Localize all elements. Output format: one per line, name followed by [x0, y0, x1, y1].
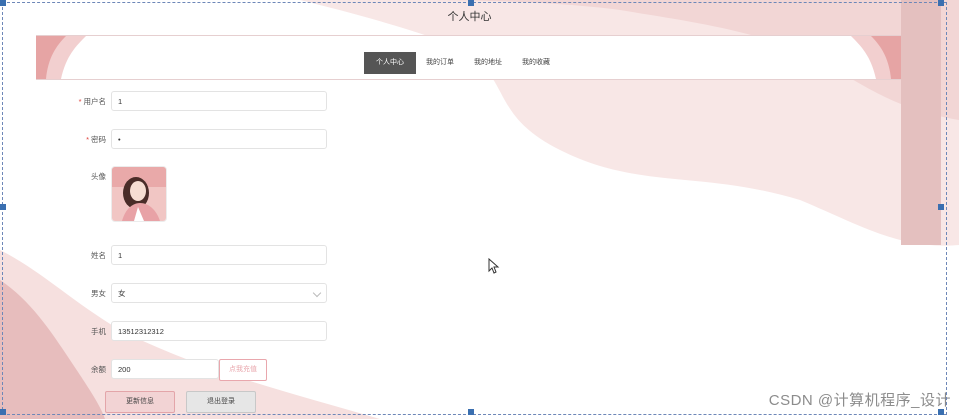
recharge-button[interactable]: 点我充值 — [219, 359, 267, 381]
username-label: * 用户名 — [78, 97, 106, 106]
avatar-photo — [112, 167, 166, 221]
resize-handle[interactable] — [938, 409, 944, 415]
resize-handle[interactable] — [0, 0, 6, 6]
top-navigation-bar: 个人中心 我的订单 我的地址 我的收藏 — [36, 35, 901, 80]
resize-handle[interactable] — [468, 0, 474, 6]
update-info-button[interactable]: 更新信息 — [105, 391, 175, 413]
resize-handle[interactable] — [938, 204, 944, 210]
nav-tabs: 个人中心 我的订单 我的地址 我的收藏 — [364, 52, 560, 74]
corner-decoration-right — [851, 36, 901, 79]
gender-label: 男女 — [91, 289, 106, 298]
page-title: 个人中心 — [447, 11, 492, 23]
avatar-label: 头像 — [91, 172, 106, 181]
resize-handle[interactable] — [468, 409, 474, 415]
tab-addresses[interactable]: 我的地址 — [464, 52, 512, 74]
watermark: CSDN @计算机程序_设计 — [768, 392, 951, 409]
balance-label: 余额 — [91, 365, 106, 374]
logout-button[interactable]: 退出登录 — [186, 391, 256, 413]
tab-profile[interactable]: 个人中心 — [364, 52, 416, 74]
required-asterisk: * — [86, 135, 89, 144]
username-input[interactable]: 1 — [111, 91, 327, 111]
phone-input[interactable]: 13512312312 — [111, 321, 327, 341]
chevron-down-icon — [312, 288, 322, 298]
corner-decoration-left — [36, 36, 86, 79]
name-label: 姓名 — [91, 251, 106, 260]
password-label: * 密码 — [86, 135, 106, 144]
resize-handle[interactable] — [0, 204, 6, 210]
gender-select[interactable]: 女 — [111, 283, 327, 303]
name-input[interactable]: 1 — [111, 245, 327, 265]
required-asterisk: * — [78, 97, 82, 106]
phone-label: 手机 — [91, 327, 106, 336]
password-input[interactable]: • — [111, 129, 327, 149]
balance-input[interactable]: 200 — [111, 359, 219, 379]
mouse-cursor-icon — [488, 258, 500, 274]
tab-orders[interactable]: 我的订单 — [416, 52, 464, 74]
avatar[interactable] — [111, 166, 167, 222]
tab-favorites[interactable]: 我的收藏 — [512, 52, 560, 74]
resize-handle[interactable] — [938, 0, 944, 6]
resize-handle[interactable] — [0, 409, 6, 415]
gender-select-value: 女 — [118, 289, 126, 298]
